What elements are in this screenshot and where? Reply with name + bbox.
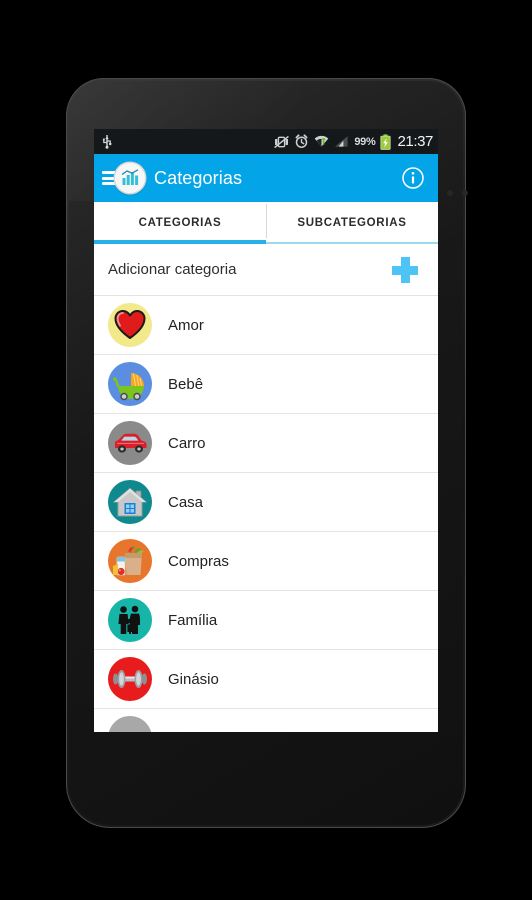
page-title: Categorias [154,167,243,188]
wifi-icon [315,135,329,147]
stroller-icon [108,362,152,406]
plus-icon[interactable] [392,256,418,283]
list-item[interactable]: Bebê [94,355,438,414]
alarm-clock-icon [295,134,308,148]
list-item[interactable]: Amor [94,296,438,355]
house-icon [108,480,152,524]
bar-chart-logo-icon [115,163,145,193]
dumbbell-icon [108,657,152,701]
tab-active-indicator [94,240,266,244]
info-icon[interactable] [400,165,426,191]
list-item[interactable]: Ginásio [94,650,438,709]
category-name-label: Ginásio [168,670,219,688]
family-icon [108,598,152,642]
cellular-signal-icon [335,136,348,147]
usb-icon [102,135,112,149]
list-item[interactable]: Compras [94,532,438,591]
proximity-sensor-icon [447,190,453,196]
app-bar: Categorias [94,154,438,202]
status-bar-clock: 21:37 [397,133,433,150]
list-item[interactable]: Casa [94,473,438,532]
add-category-row[interactable]: Adicionar categoria [94,244,438,296]
category-name-label: Compras [168,552,229,570]
tab-bar: CATEGORIAS SUBCATEGORIAS [94,202,438,244]
list-item[interactable]: Carro [94,414,438,473]
light-sensor-icon [462,190,468,196]
battery-charging-icon [380,133,392,150]
tab-inactive-indicator [266,242,438,244]
list-item[interactable] [94,709,438,732]
tab-subcategorias-label: SUBCATEGORIAS [297,217,407,229]
vibrate-off-icon [274,135,290,148]
partial-icon [108,716,152,732]
category-name-label: Amor [168,316,204,334]
tab-categorias[interactable]: CATEGORIAS [94,202,266,244]
category-list[interactable]: Amor Bebê Carro Casa Compras Família Ginásio [94,296,438,732]
screenshot-root: 99% 21:37 Categorias CATEGORIAS SUBCATEG… [0,0,532,900]
shopping-bag-icon [108,539,152,583]
category-name-label: Bebê [168,375,204,393]
category-name-label: Família [168,611,218,629]
category-name-label: Casa [168,493,204,511]
add-category-label: Adicionar categoria [108,261,237,278]
status-bar-left [101,134,113,149]
category-name-label: Carro [168,434,206,452]
heart-icon [108,303,152,347]
list-item[interactable]: Família [94,591,438,650]
tab-categorias-label: CATEGORIAS [138,217,222,229]
tab-subcategorias[interactable]: SUBCATEGORIAS [266,202,438,244]
status-bar: 99% 21:37 [94,129,438,154]
status-bar-right: 99% 21:37 [274,133,433,150]
car-icon [108,421,152,465]
tab-divider [266,204,267,238]
battery-percent-label: 99% [354,135,376,148]
phone-screen: 99% 21:37 Categorias CATEGORIAS SUBCATEG… [94,129,438,732]
